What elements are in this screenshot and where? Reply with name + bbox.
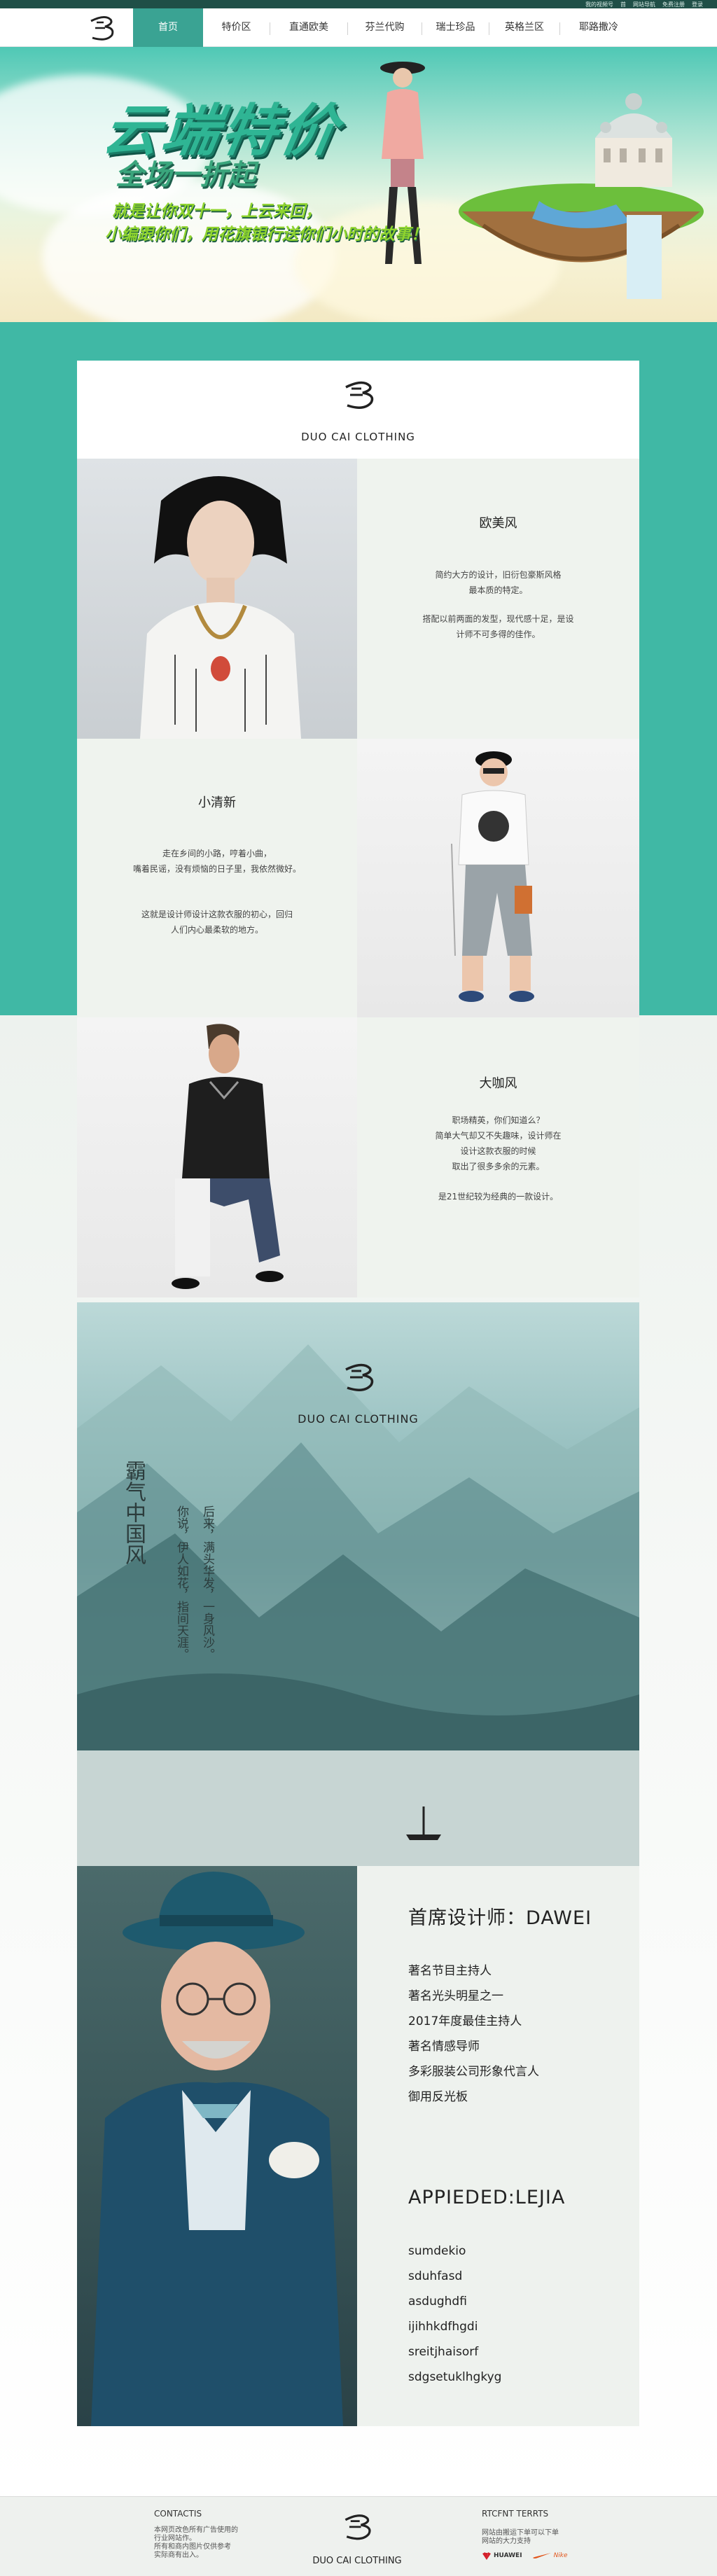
footer-right-title: RTCFNT TERRTS (482, 2509, 549, 2519)
designer-title: 首席设计师：DAWEI (408, 1907, 592, 1929)
model-illustration (140, 476, 301, 739)
section-text: 是21世纪较为经典的一款设计。 (438, 1192, 559, 1202)
section-text: 搭配以前两面的发型，现代感十足，是设 计师不可多得的佳作。 (422, 614, 574, 639)
brand-name: DUO CAI CLOTHING (301, 431, 415, 443)
nav-item-swiss[interactable]: 瑞士珍品 (422, 8, 489, 47)
model-illustration (451, 751, 534, 1002)
floating-island-illustration (459, 93, 704, 299)
partner-logos: HUAWEI Nike (482, 2551, 568, 2560)
top-link[interactable]: 首 (620, 1, 626, 8)
huawei-icon (482, 2552, 491, 2560)
designer-photo[interactable] (77, 1866, 357, 2426)
footer-contact-text: 所有和商内图片仅供参考 (154, 2543, 231, 2551)
assistant-item-list: sumdekio sduhfasd asdughdfi ijihhkdfhgdi… (408, 2244, 501, 2395)
promo-banner[interactable]: 云端特价 全场一折起 就是让你双十一，上云来回， 小编跟你们，用花旗银行送你们小… (0, 47, 717, 322)
assistant-item: sreitjhaisorf (408, 2345, 479, 2359)
fresh-style-panel: 小清新 走在乡间的小路，哼着小曲， 嘴着民谣，没有烦恼的日子里，我依然微好。 这… (77, 739, 357, 1017)
nav-item-england[interactable]: 英格兰区 (489, 8, 559, 47)
nav-item-home[interactable]: 首页 (133, 8, 203, 47)
star-style-panel: 大咖风 职场精英，你们知道么？ 简单大气却又不失趣味，设计师在 设计这款衣服的时… (357, 1017, 639, 1297)
designer-role-list: 著名节目主持人 著名光头明星之一 2017年度最佳主持人 著名情感导师 多彩服装… (408, 1961, 539, 2112)
top-link[interactable]: 我的视频号 (585, 1, 613, 8)
banner-slogan: 就是让你双十一，上云来回， (112, 202, 321, 221)
designer-role: 多彩服装公司形象代言人 (408, 2065, 539, 2079)
top-link[interactable]: 网站导航 (633, 1, 655, 8)
model-illustration (172, 1024, 284, 1289)
top-link[interactable]: 登录 (692, 1, 703, 8)
assistant-item: sumdekio (408, 2244, 466, 2258)
top-link[interactable]: 免费注册 (662, 1, 685, 8)
footer-right-text: 网站的大力支持 (482, 2537, 531, 2545)
designer-info-panel: 首席设计师：DAWEI 著名节目主持人 著名光头明星之一 2017年度最佳主持人… (357, 1866, 639, 2426)
footer-contact-text: 实际商有出入。 (154, 2551, 203, 2559)
nav-item-finland[interactable]: 芬兰代购 (348, 8, 422, 47)
section-title: 大咖风 (479, 1076, 517, 1091)
footer-right-text: 网站由搬运下单可以下单 (482, 2529, 559, 2537)
designer-role: 著名节目主持人 (408, 1964, 492, 1978)
euro-style-photo[interactable] (77, 459, 357, 739)
main-nav: 首页 特价区 直通欧美 芬兰代购 瑞士珍品 英格兰区 耶路撒冷 (0, 8, 717, 47)
nike-logo[interactable]: Nike (532, 2552, 568, 2559)
nav-item-jerusalem[interactable]: 耶路撒冷 (560, 8, 637, 47)
brand-header-card: DUO CAI CLOTHING (77, 361, 639, 459)
star-style-photo[interactable] (77, 1017, 357, 1297)
section-title: 小清新 (198, 795, 236, 810)
brand-name: DUO CAI CLOTHING (298, 1412, 419, 1426)
assistant-item: sdgsetuklhgkyg (408, 2370, 502, 2384)
poster-headline: 霸气中国风 (121, 1460, 146, 1565)
designer-role: 著名光头明星之一 (408, 1989, 503, 2003)
assistant-item: asdughdfi (408, 2295, 467, 2309)
nav-item-special[interactable]: 特价区 (203, 8, 270, 47)
section-text: 职场精英，你们知道么？ 简单大气却又不失趣味，设计师在 设计这款衣服的时候 取出… (435, 1115, 562, 1171)
top-links: 我的视频号 首 网站导航 免费注册 登录 (585, 0, 703, 8)
brand-logo-icon (345, 1363, 374, 1391)
top-strip: 我的视频号 首 网站导航 免费注册 登录 (0, 0, 717, 8)
section-text: 这就是设计师设计这款衣服的初心，回归 人们内心最柔软的地方。 (141, 910, 293, 935)
assistant-item: sduhfasd (408, 2269, 463, 2283)
banner-slogan: 小编跟你们，用花旗银行送你们小时的故事！ (105, 225, 427, 244)
poster-poem-line: 你说，伊人如花，指间天涯。 (174, 1505, 188, 1660)
designer-role: 御用反光板 (408, 2090, 468, 2104)
section-text: 简约大方的设计，旧衍包豪斯风格 最本质的特定。 (435, 570, 562, 595)
banner-subtitle: 全场一折起 (116, 159, 256, 191)
designer-illustration (91, 1872, 343, 2426)
footer-brand-name: DUO CAI CLOTHING (312, 2556, 402, 2566)
nike-swoosh-icon (532, 2553, 551, 2558)
footer-contact-text: 行业网站作。 (154, 2535, 196, 2542)
brand-logo-icon[interactable] (84, 11, 119, 45)
poster-poem-line: 后来，满头华发，一身风沙。 (200, 1505, 214, 1660)
footer-contact-title: CONTACTIS (154, 2509, 202, 2519)
designer-role: 著名情感导师 (408, 2040, 480, 2054)
brand-logo-icon (344, 2514, 371, 2540)
huawei-logo[interactable]: HUAWEI (482, 2551, 522, 2560)
nav-item-euro[interactable]: 直通欧美 (270, 8, 347, 47)
brand-logo-icon (344, 381, 373, 409)
section-text: 走在乡间的小路，哼着小曲， 嘴着民谣，没有烦恼的日子里，我依然微好。 (132, 849, 301, 874)
fresh-style-photo[interactable] (357, 739, 639, 1017)
section-title: 欧美风 (479, 516, 517, 531)
assistant-title: APPIEDED:LEJIA (408, 2187, 566, 2208)
designer-role: 2017年度最佳主持人 (408, 2014, 522, 2028)
chinese-style-poster[interactable]: DUO CAI CLOTHING 霸气中国风 你说，伊人如花，指间天涯。 后来，… (77, 1302, 639, 1866)
footer-contact-text: 本网页改色所有广告使用的 (154, 2526, 238, 2534)
banner-model-figure (380, 62, 425, 264)
euro-style-panel: 欧美风 简约大方的设计，旧衍包豪斯风格 最本质的特定。 搭配以前两面的发型，现代… (357, 459, 639, 739)
footer: CONTACTIS 本网页改色所有广告使用的 行业网站作。 所有和商内图片仅供参… (0, 2496, 717, 2576)
assistant-item: ijihhkdfhgdi (408, 2320, 478, 2334)
